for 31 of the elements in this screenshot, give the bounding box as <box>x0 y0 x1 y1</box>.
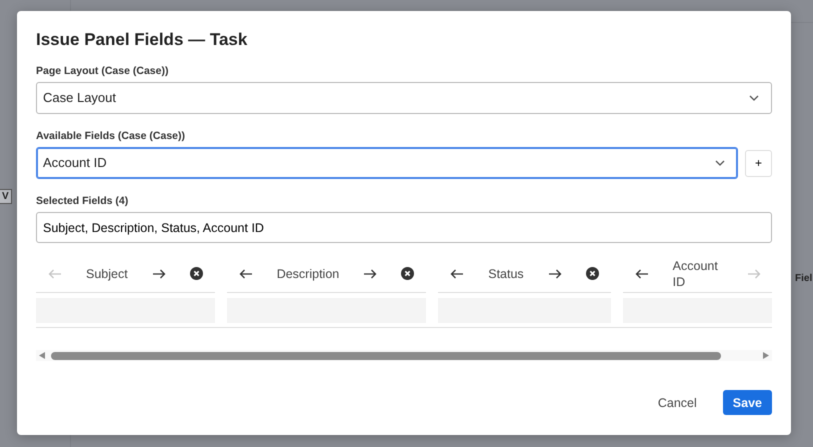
remove-icon[interactable] <box>190 267 203 280</box>
field-label: Available Fields (Case (Case)) <box>36 129 186 143</box>
chevron-down-icon[interactable] <box>747 93 761 103</box>
select-field[interactable]: Case Layout <box>36 82 772 114</box>
left-arrow-icon[interactable] <box>450 268 464 278</box>
left-arrow-icon[interactable] <box>238 268 253 278</box>
field-label: Selected Fields (4) <box>36 194 130 208</box>
right-arrow-icon[interactable] <box>548 268 562 278</box>
scroll-left-icon[interactable] <box>39 352 45 359</box>
field-label: Fiel <box>795 272 812 286</box>
cancel-button[interactable]: Cancel <box>646 390 709 417</box>
input-field[interactable]: Subject, Description, Status, Account ID <box>36 212 772 243</box>
left-arrow-icon[interactable] <box>634 268 649 278</box>
field-label: Page Layout (Case (Case)) <box>36 64 170 78</box>
scrollbar[interactable] <box>36 350 772 361</box>
key-label: V <box>0 189 12 204</box>
column-label: Account ID <box>672 258 719 290</box>
save-button[interactable]: Save <box>722 390 772 416</box>
column-label: Status <box>488 266 524 282</box>
column-label: Subject <box>86 266 128 282</box>
select-field[interactable]: Account ID <box>36 147 738 179</box>
remove-icon[interactable] <box>586 267 599 280</box>
add-button[interactable]: + <box>745 150 772 176</box>
chevron-down-icon[interactable] <box>713 158 727 168</box>
right-arrow-icon[interactable] <box>152 268 166 278</box>
scroll-thumb[interactable] <box>51 352 721 360</box>
remove-icon[interactable] <box>401 267 414 280</box>
right-arrow-icon[interactable] <box>363 268 378 278</box>
scroll-right-icon[interactable] <box>763 352 769 359</box>
dialog-title: Issue Panel Fields — Task <box>36 29 248 51</box>
column-label: Description <box>276 266 340 282</box>
